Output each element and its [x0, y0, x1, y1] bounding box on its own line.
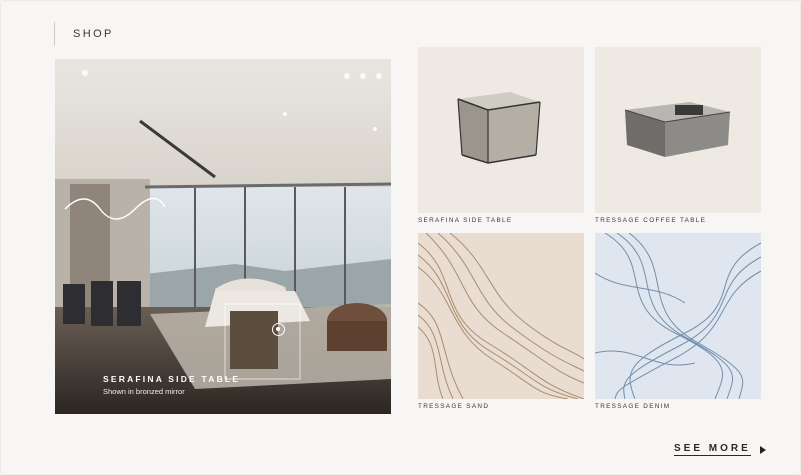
play-arrow-icon[interactable] — [759, 445, 766, 454]
see-more-link[interactable]: SEE MORE — [674, 443, 766, 456]
product-image[interactable] — [595, 47, 761, 213]
coffee-table-illustration — [624, 102, 731, 157]
product-image[interactable] — [418, 233, 584, 399]
product-name[interactable]: SERAFINA SIDE TABLE — [418, 217, 584, 224]
hero-subtitle: Shown in bronzed mirror — [103, 387, 185, 396]
hero-caption: SERAFINA SIDE TABLE Shown in bronzed mir… — [103, 374, 240, 396]
product-card-tressage-coffee-table[interactable]: TRESSAGE COFFEE TABLE — [595, 47, 761, 224]
product-card-tressage-denim[interactable]: TRESSAGE DENIM — [595, 233, 761, 410]
product-image[interactable] — [418, 47, 584, 213]
product-hotspot[interactable] — [272, 323, 285, 336]
product-name[interactable]: TRESSAGE COFFEE TABLE — [595, 217, 761, 224]
section-title: SHOP — [73, 28, 114, 40]
hero-room-illustration — [55, 59, 391, 414]
see-more-label[interactable]: SEE MORE — [674, 443, 751, 456]
product-card-serafina-side-table[interactable]: SERAFINA SIDE TABLE — [418, 47, 584, 224]
hero-image[interactable]: SERAFINA SIDE TABLE Shown in bronzed mir… — [55, 59, 391, 414]
side-table-illustration — [457, 92, 541, 164]
product-name[interactable]: TRESSAGE DENIM — [595, 403, 761, 410]
section-header: SHOP — [54, 22, 114, 46]
product-name[interactable]: TRESSAGE SAND — [418, 403, 584, 410]
sand-rug-pattern — [418, 233, 584, 399]
hero-title: SERAFINA SIDE TABLE — [103, 374, 241, 384]
product-image[interactable] — [595, 233, 761, 399]
denim-rug-pattern — [595, 233, 761, 399]
product-card-tressage-sand[interactable]: TRESSAGE SAND — [418, 233, 584, 410]
